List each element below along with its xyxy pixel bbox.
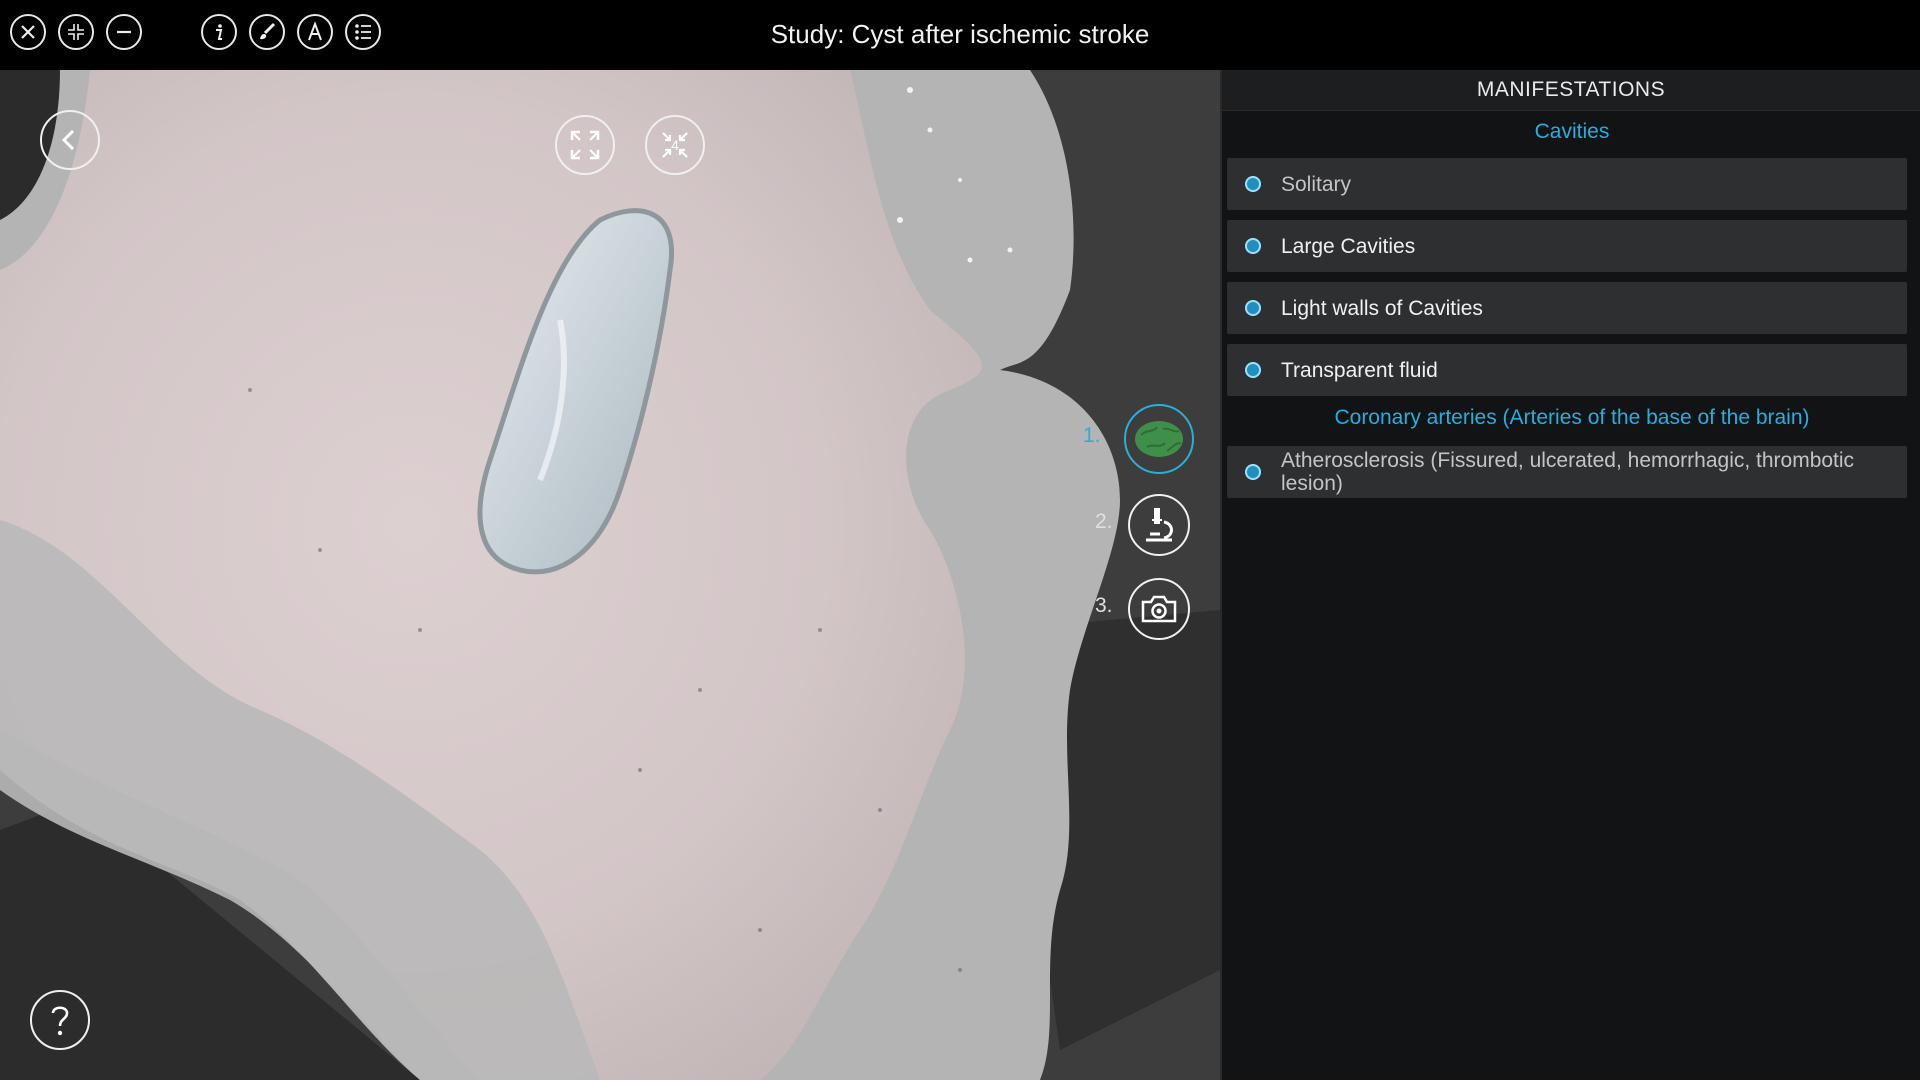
step-1-button[interactable] <box>1124 404 1194 474</box>
manifestation-label: Light walls of Cavities <box>1281 296 1483 320</box>
manifestation-label: Transparent fluid <box>1281 358 1438 382</box>
collapse-button[interactable] <box>58 14 94 50</box>
step-2-label: 2. <box>1095 510 1113 533</box>
back-button[interactable] <box>40 110 100 170</box>
step-3-button[interactable] <box>1128 578 1190 640</box>
specimen-viewport[interactable]: 4 1. 2. 3. <box>0 70 1220 1080</box>
help-button[interactable] <box>30 990 90 1050</box>
radio-dot-icon <box>1245 176 1261 192</box>
collapse-icon <box>68 24 84 40</box>
group-title-cavities: Cavities <box>1534 120 1610 143</box>
info-button[interactable] <box>201 14 237 50</box>
manifestation-item-atherosclerosis[interactable]: Atherosclerosis (Fissured, ulcerated, he… <box>1227 446 1907 498</box>
radio-dot-icon <box>1245 238 1261 254</box>
zoom-badge: 4 <box>671 137 679 153</box>
info-icon <box>216 24 223 40</box>
manifestation-item-solitary[interactable]: Solitary <box>1227 158 1907 210</box>
minimize-icon <box>117 30 131 34</box>
manifestation-label: Atherosclerosis (Fissured, ulcerated, he… <box>1281 449 1855 495</box>
manifestation-label: Large Cavities <box>1281 234 1416 258</box>
minimize-button[interactable] <box>106 14 142 50</box>
brush-icon <box>260 22 276 40</box>
manifestation-item-light-walls[interactable]: Light walls of Cavities <box>1227 282 1907 334</box>
camera-icon <box>1141 595 1177 623</box>
annotation-icon <box>308 21 322 41</box>
close-icon <box>21 25 35 39</box>
help-icon <box>51 1006 69 1036</box>
close-button[interactable] <box>10 14 46 50</box>
panel-header: MANIFESTATIONS <box>1222 70 1920 111</box>
brain-icon <box>1135 421 1183 457</box>
expand-button[interactable] <box>555 115 615 175</box>
microscope-icon <box>1146 508 1173 542</box>
step-2-button[interactable] <box>1128 494 1190 556</box>
radio-dot-icon <box>1245 300 1261 316</box>
radio-dot-icon <box>1245 362 1261 378</box>
manifestation-item-large-cavities[interactable]: Large Cavities <box>1227 220 1907 272</box>
specimen-render <box>0 70 1220 1080</box>
list-icon <box>355 24 371 40</box>
manifestations-panel: MANIFESTATIONS Cavities Solitary Large C… <box>1220 70 1920 1080</box>
annotation-button[interactable] <box>297 14 333 50</box>
chevron-left-icon <box>61 129 75 151</box>
step-1-label: 1. <box>1083 424 1101 447</box>
group-title-coronary-arteries: Coronary arteries (Arteries of the base … <box>1334 406 1810 429</box>
manifestation-item-transparent-fluid[interactable]: Transparent fluid <box>1227 344 1907 396</box>
top-bar: Study: Cyst after ischemic stroke <box>0 0 1920 70</box>
step-3-label: 3. <box>1095 594 1113 617</box>
radio-dot-icon <box>1245 464 1261 480</box>
expand-icon <box>570 130 600 160</box>
brush-button[interactable] <box>249 14 285 50</box>
list-button[interactable] <box>345 14 381 50</box>
shrink-button[interactable]: 4 <box>645 115 705 175</box>
manifestation-label: Solitary <box>1281 172 1352 196</box>
app-title: Study: Cyst after ischemic stroke <box>770 19 1150 49</box>
